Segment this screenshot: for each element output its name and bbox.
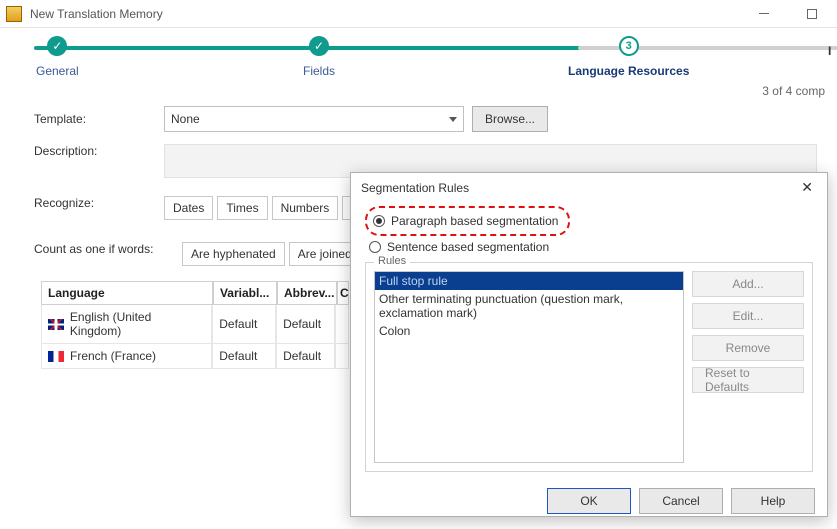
title-bar: New Translation Memory [0, 0, 837, 28]
radio-sentence-segmentation[interactable]: Sentence based segmentation [365, 236, 813, 258]
add-button[interactable]: Add... [692, 271, 804, 297]
radio-paragraph-segmentation[interactable]: Paragraph based segmentation [369, 210, 558, 232]
edit-button[interactable]: Edit... [692, 303, 804, 329]
recognize-times[interactable]: Times [217, 196, 267, 220]
ok-button[interactable]: OK [547, 488, 631, 514]
count-as-one-label: Count as one if words: [34, 242, 182, 256]
languages-table: Language Variabl... Abbrev... C English … [40, 280, 350, 370]
close-button[interactable]: ✕ [797, 179, 817, 196]
check-icon [314, 39, 324, 53]
progress-indicator: 3 of 4 comp [0, 84, 825, 98]
wizard-stepper: General Fields 3 Language Resources I [18, 36, 819, 84]
count-hyphenated[interactable]: Are hyphenated [182, 242, 285, 266]
step-next: I [828, 36, 831, 58]
recognize-numbers[interactable]: Numbers [272, 196, 339, 220]
template-label: Template: [34, 112, 164, 126]
radio-icon [369, 241, 381, 253]
step-language-resources[interactable]: 3 Language Resources [568, 36, 689, 78]
col-language[interactable]: Language [41, 281, 213, 305]
help-button[interactable]: Help [731, 488, 815, 514]
rules-fieldset: Rules Full stop rule Other terminating p… [365, 262, 813, 472]
col-variables[interactable]: Variabl... [213, 281, 277, 305]
flag-uk-icon [48, 319, 64, 330]
dialog-title: Segmentation Rules [361, 181, 469, 195]
app-icon [6, 6, 22, 22]
maximize-button[interactable] [797, 4, 827, 24]
browse-button[interactable]: Browse... [472, 106, 548, 132]
list-item[interactable]: Full stop rule [375, 272, 683, 290]
chevron-down-icon [449, 117, 457, 122]
template-value: None [171, 112, 200, 126]
list-item[interactable]: Other terminating punctuation (question … [375, 290, 683, 322]
rules-listbox[interactable]: Full stop rule Other terminating punctua… [374, 271, 684, 463]
flag-fr-icon [48, 351, 64, 362]
step-general[interactable]: General [36, 36, 79, 78]
description-label: Description: [34, 144, 164, 158]
cancel-button[interactable]: Cancel [639, 488, 723, 514]
window-title: New Translation Memory [30, 7, 749, 21]
recognize-dates[interactable]: Dates [164, 196, 213, 220]
col-abbrev[interactable]: Abbrev... [277, 281, 337, 305]
highlight-annotation: Paragraph based segmentation [365, 206, 570, 236]
table-row[interactable]: French (France) Default Default [41, 344, 349, 369]
step-fields[interactable]: Fields [303, 36, 335, 78]
radio-icon [373, 215, 385, 227]
template-dropdown[interactable]: None [164, 106, 464, 132]
recognize-label: Recognize: [34, 196, 164, 210]
remove-button[interactable]: Remove [692, 335, 804, 361]
rules-legend: Rules [374, 255, 410, 267]
col-extra[interactable]: C [337, 281, 349, 305]
minimize-button[interactable] [749, 4, 779, 24]
reset-defaults-button[interactable]: Reset to Defaults [692, 367, 804, 393]
list-item[interactable]: Colon [375, 322, 683, 340]
table-row[interactable]: English (United Kingdom) Default Default [41, 305, 349, 344]
check-icon [52, 39, 62, 53]
segmentation-rules-dialog: Segmentation Rules ✕ Paragraph based seg… [350, 172, 828, 517]
